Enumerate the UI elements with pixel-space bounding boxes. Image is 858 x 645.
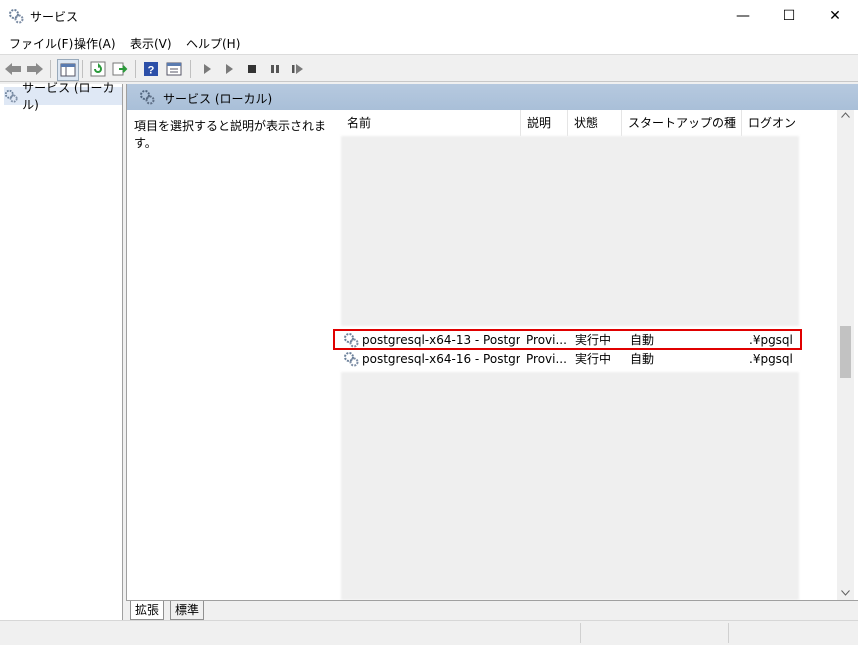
stop-service-button[interactable] [242,59,262,79]
properties-button[interactable] [164,59,184,79]
toolbar-separator [135,60,136,78]
scrollbar-thumb[interactable] [840,326,851,378]
scroll-up-icon[interactable] [841,112,850,118]
forward-button[interactable] [25,59,45,79]
back-button[interactable] [3,59,23,79]
menu-bar: ファイル(F) 操作(A) 表示(V) ヘルプ(H) [0,32,858,54]
maximize-button[interactable]: ☐ [766,0,812,32]
pane-title: サービス (ローカル) [163,92,273,106]
close-button[interactable]: ✕ [812,0,858,32]
console-tree: サービス (ローカル) [0,81,123,620]
tab-label: 拡張 [135,603,160,617]
refresh-button[interactable] [88,59,108,79]
column-header-name[interactable]: 名前 [341,110,521,136]
restart-service-button[interactable] [288,59,308,79]
table-row[interactable]: postgresql-x64-16 - Postgre... Provi... … [333,350,837,368]
description-panel: 項目を選択すると説明が表示されます。 [127,110,333,600]
close-icon: ✕ [829,8,841,24]
column-header-status[interactable]: 状態 [568,110,622,136]
tree-item-services-local[interactable]: サービス (ローカル) [4,81,122,112]
services-gear-icon [140,90,155,105]
description-text: 項目を選択すると説明が表示されます。 [134,119,327,150]
minimize-icon: — [736,8,750,24]
tree-item-label: サービス (ローカル) [22,81,115,112]
menu-view[interactable]: 表示(V) [130,35,172,52]
column-label: ログオン [748,116,797,130]
scroll-down-icon[interactable] [841,590,850,596]
start-service-alt-button[interactable] [219,59,239,79]
tab-label: 標準 [175,603,200,617]
restart-icon [292,64,303,74]
play-outline-icon [226,64,233,74]
blurred-rows-top [341,136,799,326]
help-button[interactable]: ? [141,59,161,79]
services-list[interactable]: ^ 名前 説明 状態 スタートアップの種類 ログオン postgresql-x6… [333,110,837,600]
service-description: Provi... [526,352,566,366]
console-tree-icon [60,63,76,77]
export-list-button[interactable] [110,59,130,79]
vertical-scrollbar[interactable] [837,110,854,600]
column-label: 名前 [347,116,372,130]
service-gear-icon [344,352,359,367]
window-title: サービス [30,10,79,24]
highlight-box [333,329,802,350]
status-divider [580,623,581,643]
maximize-icon: ☐ [782,8,796,24]
forward-arrow-icon [27,63,43,75]
column-header-startup-type[interactable]: スタートアップの種類 [622,110,742,156]
start-service-button[interactable] [197,59,217,79]
toolbar-separator [190,60,191,78]
blurred-rows-bottom [341,372,799,600]
service-name: postgresql-x64-16 - Postgre... [362,352,520,366]
service-status: 実行中 [575,352,612,366]
help-icon: ? [144,62,158,77]
toolbar-separator [82,60,83,78]
pause-service-button[interactable] [265,59,285,79]
properties-icon [166,62,182,76]
status-divider [728,623,729,643]
minimize-button[interactable]: — [720,0,766,32]
column-header-logon[interactable]: ログオン [742,110,802,136]
title-bar: サービス — ☐ ✕ [0,0,858,32]
status-bar [0,620,858,645]
services-pane: サービス (ローカル) 項目を選択すると説明が表示されます。 ^ 名前 説明 状… [126,84,858,600]
menu-file[interactable]: ファイル(F) [9,35,73,52]
column-header-description[interactable]: 説明 [521,110,568,136]
pane-header: サービス (ローカル) [127,84,858,110]
pause-icon [271,65,279,73]
column-label: 説明 [527,116,552,130]
tab-standard[interactable]: 標準 [170,601,205,620]
show-tree-button[interactable] [57,59,79,81]
svg-text:?: ? [148,65,155,77]
column-label: 状態 [574,116,599,130]
services-gear-icon [4,89,18,103]
service-startup-type: 自動 [630,352,655,366]
menu-help[interactable]: ヘルプ(H) [186,35,240,52]
view-tabs: 拡張 標準 [126,600,858,621]
export-icon [112,62,128,76]
back-arrow-icon [5,63,21,75]
toolbar: ? [0,54,858,82]
refresh-icon [90,61,106,77]
service-logon: .¥pgsql [749,352,793,366]
menu-action[interactable]: 操作(A) [74,35,116,52]
tab-extended[interactable]: 拡張 [130,601,165,620]
stop-icon [248,65,256,73]
toolbar-separator [50,60,51,78]
play-icon [204,64,211,74]
services-gear-icon [9,9,24,24]
